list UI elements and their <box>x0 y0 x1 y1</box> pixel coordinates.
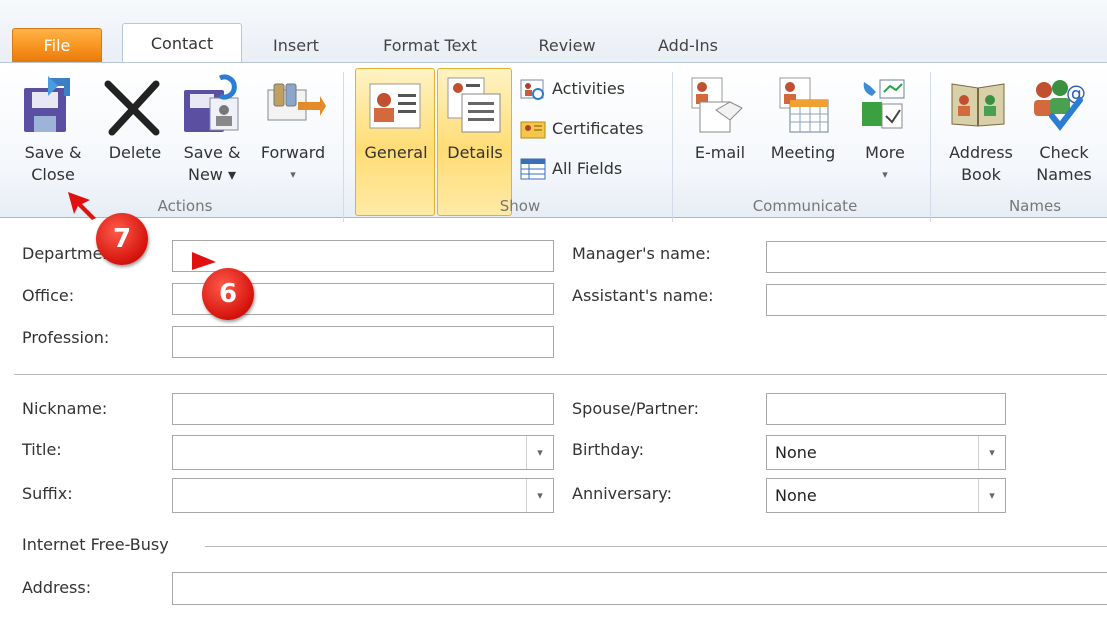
manager-name-label: Manager's name: <box>572 244 711 263</box>
nickname-field[interactable] <box>172 393 554 425</box>
suffix-combo[interactable]: ▾ <box>172 478 554 513</box>
birthday-dropdown-arrow[interactable]: ▾ <box>978 436 1005 469</box>
general-label[interactable]: General <box>356 142 436 164</box>
group-separator <box>930 72 931 222</box>
spouse-partner-label: Spouse/Partner: <box>572 399 700 418</box>
all-fields-button[interactable]: All Fields <box>552 157 622 181</box>
activities-icon[interactable] <box>520 78 546 104</box>
address-book-label-line2: Book <box>961 165 1001 184</box>
suffix-label: Suffix: <box>22 484 73 503</box>
spouse-partner-field[interactable] <box>766 393 1006 425</box>
general-icon[interactable] <box>368 82 422 134</box>
details-label[interactable]: Details <box>438 142 512 164</box>
save-close-label-line1: Save & <box>24 143 82 162</box>
certificates-button[interactable]: Certificates <box>552 117 643 141</box>
email-label[interactable]: E-mail <box>684 142 756 164</box>
details-icon[interactable] <box>446 76 502 138</box>
check-names-label-line2: Names <box>1036 165 1092 184</box>
names-group-label: Names <box>1008 197 1062 215</box>
more-icon[interactable] <box>858 76 908 136</box>
check-names-label-line1: Check <box>1039 143 1089 162</box>
title-label: Title: <box>22 440 62 459</box>
meeting-label[interactable]: Meeting <box>760 142 846 164</box>
callout-badge-6: 6 <box>202 268 254 320</box>
address-book-icon[interactable] <box>950 78 1006 132</box>
delete-icon[interactable] <box>102 78 162 142</box>
internet-free-busy-heading: Internet Free-Busy <box>22 535 177 554</box>
save-new-icon[interactable] <box>180 74 244 140</box>
manager-name-field[interactable] <box>766 241 1106 273</box>
tab-review[interactable]: Review <box>522 30 612 62</box>
show-group-label: Show <box>499 197 541 215</box>
more-label-line1: More <box>865 143 905 162</box>
more-label[interactable]: More ▾ <box>848 142 922 186</box>
tab-add-ins[interactable]: Add-Ins <box>640 30 736 62</box>
forward-label-line1: Forward <box>260 143 326 162</box>
nickname-label: Nickname: <box>22 399 108 418</box>
forward-icon[interactable] <box>262 80 326 136</box>
pointer-arrow-icon <box>66 190 100 224</box>
anniversary-label: Anniversary: <box>572 484 672 503</box>
save-new-label-line1: Save & <box>183 143 241 162</box>
address-book-label[interactable]: Address Book <box>940 142 1022 186</box>
ribbon-tab-bar: File Contact Insert Format Text Review A… <box>0 0 1107 64</box>
save-close-icon[interactable] <box>20 74 78 140</box>
tab-contact[interactable]: Contact <box>122 23 242 64</box>
title-combo[interactable]: ▾ <box>172 435 554 470</box>
check-names-label[interactable]: Check Names <box>1024 142 1104 186</box>
more-label-line2: ▾ <box>882 168 888 181</box>
group-separator <box>672 72 673 222</box>
email-icon[interactable] <box>690 76 746 138</box>
assistant-name-field[interactable] <box>766 284 1106 316</box>
certificates-icon[interactable] <box>520 118 546 144</box>
meeting-icon[interactable] <box>776 76 832 138</box>
delete-label[interactable]: Delete <box>102 142 168 164</box>
tab-file[interactable]: File <box>12 28 102 63</box>
suffix-dropdown-arrow[interactable]: ▾ <box>526 479 553 512</box>
tab-format-text[interactable]: Format Text <box>360 30 500 62</box>
birthday-label: Birthday: <box>572 440 645 459</box>
office-label: Office: <box>22 286 75 305</box>
forward-label-line2: ▾ <box>290 168 296 181</box>
save-new-label-line2: New ▾ <box>187 165 236 184</box>
actions-group-label: Actions <box>157 197 213 215</box>
forward-label[interactable]: Forward ▾ <box>252 142 334 186</box>
callout-badge-7: 7 <box>96 213 148 265</box>
activities-button[interactable]: Activities <box>552 77 625 101</box>
address-book-label-line1: Address <box>949 143 1013 162</box>
communicate-group-label: Communicate <box>752 197 858 215</box>
profession-field[interactable] <box>172 326 554 358</box>
anniversary-value: None <box>775 486 817 505</box>
save-close-label[interactable]: Save & Close <box>18 142 88 186</box>
profession-label: Profession: <box>22 328 110 347</box>
all-fields-icon[interactable] <box>520 158 546 184</box>
anniversary-combo[interactable]: None ▾ <box>766 478 1006 513</box>
anniversary-dropdown-arrow[interactable]: ▾ <box>978 479 1005 512</box>
address-label: Address: <box>22 578 92 597</box>
birthday-value: None <box>775 443 817 462</box>
free-busy-divider <box>205 546 1107 547</box>
assistant-name-label: Assistant's name: <box>572 286 714 305</box>
free-busy-address-field[interactable] <box>172 572 1107 605</box>
section-divider <box>14 374 1107 375</box>
save-close-label-line2: Close <box>31 165 75 184</box>
save-new-label[interactable]: Save & New ▾ <box>176 142 248 186</box>
title-dropdown-arrow[interactable]: ▾ <box>526 436 553 469</box>
check-names-icon[interactable]: @ <box>1030 76 1088 136</box>
group-separator <box>343 72 344 222</box>
tab-insert[interactable]: Insert <box>258 30 334 62</box>
birthday-combo[interactable]: None ▾ <box>766 435 1006 470</box>
